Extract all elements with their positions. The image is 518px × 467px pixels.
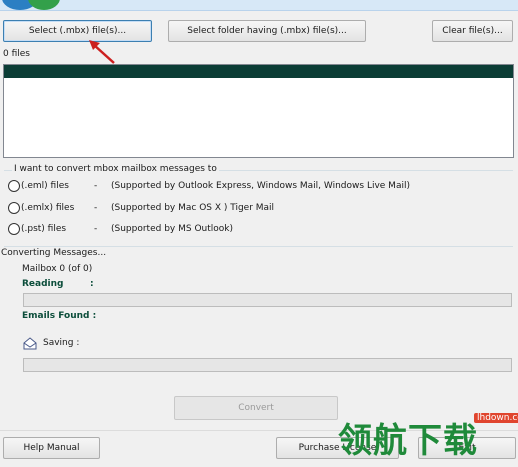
option-pst-label[interactable]: (.pst) files [21,224,66,234]
option-eml-desc: (Supported by Outlook Express, Windows M… [111,181,410,191]
select-folder-button[interactable]: Select folder having (.mbx) file(s)... [168,20,366,42]
watermark-url: lhdown.com [474,413,518,423]
converting-heading: Converting Messages... [1,248,109,258]
radio-pst[interactable] [8,223,20,235]
reading-colon: : [90,279,94,289]
option-pst-dash: - [94,224,98,234]
option-emlx-dash: - [94,203,98,213]
radio-eml[interactable] [8,180,20,192]
saving-progress-bar [23,358,512,372]
top-banner [0,0,518,11]
option-emlx-label[interactable]: (.emlx) files [21,203,74,213]
option-pst-desc: (Supported by MS Outlook) [111,224,233,234]
option-emlx-desc: (Supported by Mac OS X ) Tiger Mail [111,203,275,213]
option-eml-label[interactable]: (.eml) files [21,181,69,191]
mailbox-count: Mailbox 0 (of 0) [22,264,93,274]
emails-found-label: Emails Found : [22,311,97,321]
radio-emlx[interactable] [8,202,20,214]
envelope-open-icon [23,337,37,350]
file-count: 0 files [3,49,30,59]
reading-progress-bar [23,293,512,307]
app-logo-icon [2,0,60,10]
reading-label: Reading [22,279,64,289]
saving-label: Saving : [43,338,80,348]
help-manual-button[interactable]: Help Manual [3,437,100,459]
file-list[interactable] [3,64,514,158]
option-eml-dash: - [94,181,98,191]
convert-button[interactable]: Convert [174,396,338,420]
watermark-logo: 领航下载 [338,421,478,461]
progress-group-border [4,246,513,247]
clear-files-button[interactable]: Clear file(s)... [432,20,513,42]
select-files-button[interactable]: Select (.mbx) file(s)... [3,20,152,42]
convert-group-title: I want to convert mbox mailbox messages … [12,164,219,174]
pointer-arrow-icon [89,40,115,64]
file-list-header [4,65,513,78]
